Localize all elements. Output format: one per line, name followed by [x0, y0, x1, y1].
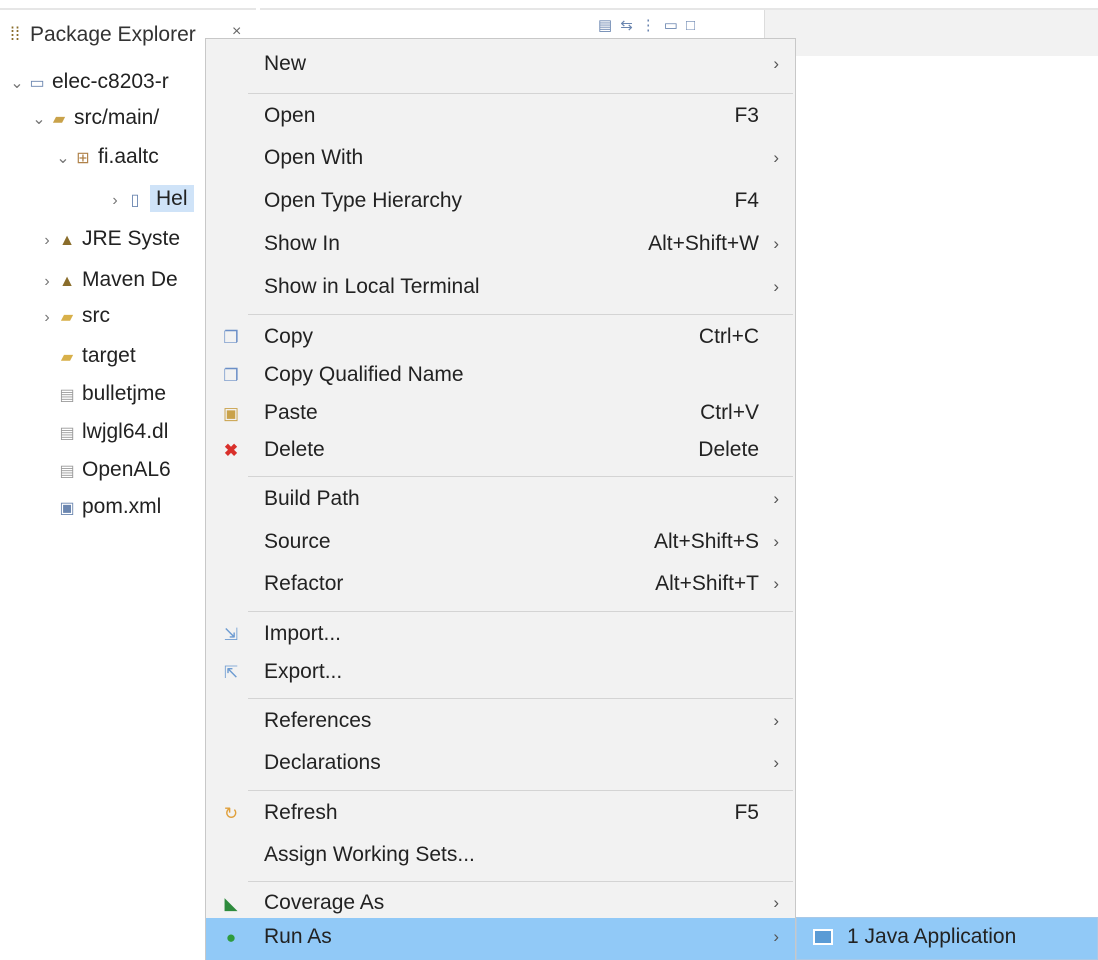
- chevron-down-icon[interactable]: ⌄: [54, 141, 72, 177]
- coverage-icon: ◣: [224, 894, 238, 913]
- view-menu-icon[interactable]: ⋮: [641, 17, 664, 34]
- java-project-icon: ▭: [29, 75, 45, 92]
- chevron-down-icon[interactable]: ⌄: [30, 102, 48, 138]
- chevron-right-icon: ›: [773, 574, 779, 593]
- package-explorer-title: Package Explorer: [30, 23, 196, 46]
- chevron-right-icon: ›: [773, 927, 779, 946]
- xml-file-icon: ▣: [59, 500, 75, 517]
- menu-item-refresh[interactable]: ↻ Refresh F5: [206, 794, 795, 836]
- run-as-submenu: 1 Java Application: [796, 917, 1098, 960]
- menu-separator: [248, 611, 793, 612]
- chevron-right-icon[interactable]: ›: [38, 264, 56, 300]
- file-icon: ▤: [59, 425, 75, 442]
- chevron-right-icon[interactable]: ›: [38, 300, 56, 336]
- java-file-icon: ▯: [130, 192, 140, 209]
- tree-item-target[interactable]: ▰ target: [56, 337, 136, 373]
- file-icon: ▤: [59, 463, 75, 480]
- run-icon: ●: [225, 928, 237, 947]
- chevron-right-icon[interactable]: ›: [106, 183, 124, 219]
- menu-item-assign-working-sets[interactable]: Assign Working Sets...: [206, 836, 795, 878]
- tree-item-lwjgl64[interactable]: ▤ lwjgl64.dl: [56, 413, 168, 449]
- tree-item-src-main[interactable]: ⌄ ▰ src/main/: [30, 99, 159, 135]
- chevron-right-icon: ›: [773, 234, 779, 253]
- tree-item-jre-system[interactable]: › ▲ JRE Syste: [38, 220, 180, 256]
- menu-item-delete[interactable]: ✖ Delete Delete: [206, 431, 795, 473]
- view-toolbar: ▤⇆⋮▭□: [598, 16, 703, 34]
- menu-item-references[interactable]: References ›: [206, 702, 795, 744]
- java-application-icon: [813, 929, 833, 945]
- menu-separator: [248, 314, 793, 315]
- paste-icon: ▣: [222, 404, 240, 423]
- menu-item-show-in[interactable]: Show In Alt+Shift+W ›: [206, 225, 795, 267]
- source-folder-icon: ▰: [52, 111, 66, 128]
- collapse-all-icon[interactable]: ▤: [598, 17, 620, 34]
- copy-qualified-name-icon: ❐: [223, 366, 239, 385]
- tree-item-package[interactable]: ⌄ ⊞ fi.aaltc: [54, 138, 158, 177]
- tree-item-openal[interactable]: ▤ OpenAL6: [56, 451, 170, 487]
- refresh-icon: ↻: [223, 804, 239, 823]
- chevron-down-icon[interactable]: ⌄: [8, 66, 26, 102]
- menu-item-refactor[interactable]: Refactor Alt+Shift+T ›: [206, 565, 795, 607]
- tree-item-java-file[interactable]: › ▯ Hel: [106, 180, 194, 216]
- menu-item-open[interactable]: Open F3: [206, 97, 795, 139]
- chevron-right-icon: ›: [773, 532, 779, 551]
- chevron-right-icon: ›: [773, 277, 779, 296]
- folder-icon: ▰: [60, 349, 74, 366]
- menu-item-open-with[interactable]: Open With ›: [206, 139, 795, 181]
- context-menu: New › Open F3 Open With › Open Type Hier…: [205, 38, 796, 960]
- tree-item-project[interactable]: ⌄ ▭ elec-c8203-r: [8, 63, 168, 102]
- export-icon: ⇱: [223, 663, 239, 682]
- chevron-right-icon: ›: [773, 753, 779, 772]
- tree-item-bulletjme[interactable]: ▤ bulletjme: [56, 375, 166, 411]
- menu-item-copy-qualified-name[interactable]: ❐ Copy Qualified Name: [206, 356, 795, 398]
- menu-item-paste[interactable]: ▣ Paste Ctrl+V: [206, 394, 795, 436]
- package-icon: ⊞: [76, 150, 90, 167]
- menu-separator: [248, 93, 793, 94]
- import-icon: ⇲: [223, 625, 239, 644]
- menu-separator: [248, 881, 793, 882]
- submenu-item-java-application[interactable]: 1 Java Application: [797, 918, 1097, 959]
- delete-icon: ✖: [223, 441, 239, 460]
- menu-separator: [248, 476, 793, 477]
- copy-icon: ❐: [223, 328, 239, 347]
- menu-item-import[interactable]: ⇲ Import...: [206, 615, 795, 657]
- maximize-icon[interactable]: □: [686, 17, 703, 34]
- menu-item-build-path[interactable]: Build Path ›: [206, 480, 795, 522]
- chevron-right-icon: ›: [773, 148, 779, 167]
- chevron-right-icon: ›: [773, 489, 779, 508]
- package-explorer-icon: ⁞⁞: [10, 24, 21, 44]
- menu-item-copy[interactable]: ❐ Copy Ctrl+C: [206, 318, 795, 360]
- library-icon: ▲: [59, 232, 75, 249]
- chevron-right-icon: ›: [773, 711, 779, 730]
- tree-item-maven-dependencies[interactable]: › ▲ Maven De: [38, 261, 177, 300]
- chevron-right-icon[interactable]: ›: [38, 223, 56, 259]
- tree-item-src[interactable]: › ▰ src: [38, 297, 110, 333]
- menu-item-run-as[interactable]: ● Run As ›: [206, 918, 795, 960]
- folder-icon: ▰: [60, 309, 74, 326]
- menu-item-export[interactable]: ⇱ Export...: [206, 653, 795, 695]
- menu-separator: [248, 698, 793, 699]
- menu-item-declarations[interactable]: Declarations ›: [206, 744, 795, 786]
- chevron-right-icon: ›: [773, 893, 779, 912]
- file-icon: ▤: [59, 387, 75, 404]
- menu-separator: [248, 790, 793, 791]
- menu-item-new[interactable]: New ›: [206, 45, 795, 87]
- menu-item-source[interactable]: Source Alt+Shift+S ›: [206, 523, 795, 565]
- editor-area-header: [764, 10, 1098, 56]
- chevron-right-icon: ›: [773, 54, 779, 73]
- menu-item-open-type-hierarchy[interactable]: Open Type Hierarchy F4: [206, 182, 795, 224]
- minimize-icon[interactable]: ▭: [664, 17, 686, 34]
- menu-item-show-in-local-terminal[interactable]: Show in Local Terminal ›: [206, 268, 795, 310]
- tree-item-pom-xml[interactable]: ▣ pom.xml: [56, 488, 161, 524]
- library-icon: ▲: [59, 273, 75, 290]
- link-with-editor-icon[interactable]: ⇆: [620, 17, 641, 34]
